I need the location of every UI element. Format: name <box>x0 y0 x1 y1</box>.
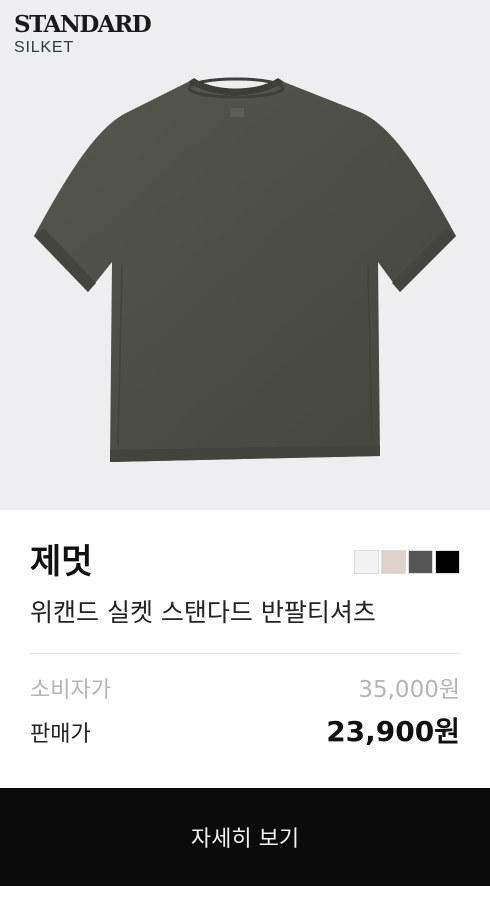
color-swatch-white[interactable] <box>354 550 379 574</box>
sale-row: 판매가 23,900원 <box>30 710 460 750</box>
product-name[interactable]: 위캔드 실켓 스탠다드 반팔티셔츠 <box>30 596 376 630</box>
sale-price: 23,900원 <box>326 715 460 748</box>
brand-logo: STANDARD SILKET <box>14 11 152 57</box>
msrp-price: 35,000원 <box>358 677 460 703</box>
product-info: 제멋 위캔드 실켓 스탠다드 반팔티셔츠 소비자가 35,000원 판매가 23… <box>0 510 490 788</box>
sale-label: 판매가 <box>30 722 91 747</box>
brand-logo-main: STANDARD <box>14 11 152 38</box>
brand-name: 제멋 <box>30 542 93 582</box>
color-swatches <box>354 550 460 574</box>
color-swatch-black[interactable] <box>435 550 460 574</box>
msrp-row: 소비자가 35,000원 <box>30 670 460 704</box>
view-details-button[interactable]: 자세히 보기 <box>0 788 490 886</box>
t-shirt-image[interactable] <box>0 0 490 510</box>
brand-logo-sub: SILKET <box>14 39 74 56</box>
product-card: STANDARD SILKET 제멋 위캔드 실켓 스탠다드 반팔티셔츠 소비자… <box>0 0 490 900</box>
divider <box>30 653 460 654</box>
color-swatch-charcoal[interactable] <box>408 550 433 574</box>
color-swatch-beige[interactable] <box>381 550 406 574</box>
msrp-label: 소비자가 <box>30 678 111 703</box>
product-image-area[interactable]: STANDARD SILKET <box>0 0 490 510</box>
